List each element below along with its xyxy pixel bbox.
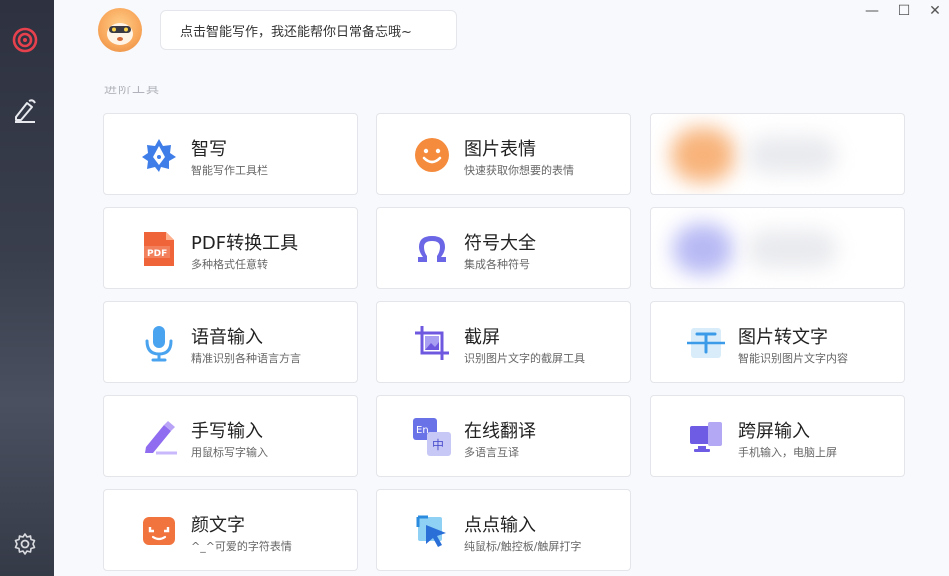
sidebar bbox=[0, 0, 54, 576]
assistant-message-bubble[interactable]: 点击智能写作，我还能帮你日常备忘哦~ bbox=[160, 10, 457, 50]
tool-title: 符号大全 bbox=[464, 233, 536, 254]
tool-card-zhixie[interactable]: 智写 智能写作工具栏 bbox=[103, 113, 358, 195]
blurred-icon bbox=[671, 128, 735, 182]
kaomoji-icon bbox=[140, 512, 178, 550]
edit-icon[interactable] bbox=[11, 96, 39, 124]
target-icon[interactable] bbox=[11, 26, 39, 54]
tool-subtitle: 纯鼠标/触控板/触屏打字 bbox=[464, 540, 582, 553]
tool-subtitle: 快速获取你想要的表情 bbox=[464, 164, 574, 177]
tool-card-jieping[interactable]: 截屏 识别图片文字的截屏工具 bbox=[376, 301, 631, 383]
tool-card-fuhao[interactable]: 符号大全 集成各种符号 bbox=[376, 207, 631, 289]
tool-title: 图片表情 bbox=[464, 139, 536, 160]
tool-card-ocr[interactable]: 图片转文字 智能识别图片文字内容 bbox=[650, 301, 905, 383]
tool-title: 在线翻译 bbox=[464, 421, 536, 442]
tool-subtitle: 多种格式任意转 bbox=[191, 258, 268, 271]
translate-icon-en: En bbox=[416, 425, 429, 436]
tool-card-shouxie[interactable]: 手写输入 用鼠标写字输入 bbox=[103, 395, 358, 477]
tool-card-pdf[interactable]: PDF PDF转换工具 多种格式任意转 bbox=[103, 207, 358, 289]
tool-title: 截屏 bbox=[464, 327, 500, 348]
pdf-icon: PDF bbox=[140, 230, 178, 268]
tool-card-yuyin[interactable]: 语音输入 精准识别各种语言方言 bbox=[103, 301, 358, 383]
close-button[interactable]: ✕ bbox=[925, 2, 945, 20]
multi-screen-icon bbox=[687, 418, 725, 456]
tool-card-blurred-1[interactable] bbox=[650, 113, 905, 195]
click-cursor-icon bbox=[413, 512, 451, 550]
tool-card-blurred-2[interactable] bbox=[650, 207, 905, 289]
blurred-text bbox=[747, 230, 837, 268]
blurred-icon bbox=[673, 224, 733, 274]
tool-subtitle: 用鼠标写字输入 bbox=[191, 446, 268, 459]
tool-subtitle: 手机输入，电脑上屏 bbox=[738, 446, 837, 459]
tool-title: PDF转换工具 bbox=[191, 233, 299, 254]
tool-subtitle: 精准识别各种语言方言 bbox=[191, 352, 301, 365]
translate-icon: En 中 bbox=[413, 418, 451, 456]
tool-card-yanwenzi[interactable]: 颜文字 ^_^可爱的字符表情 bbox=[103, 489, 358, 571]
tool-subtitle: 智能识别图片文字内容 bbox=[738, 352, 848, 365]
tool-card-kuaping[interactable]: 跨屏输入 手机输入，电脑上屏 bbox=[650, 395, 905, 477]
tool-title: 颜文字 bbox=[191, 515, 245, 536]
tool-title: 智写 bbox=[191, 139, 227, 160]
tool-subtitle: 识别图片文字的截屏工具 bbox=[464, 352, 585, 365]
assistant-message-text: 点击智能写作，我还能帮你日常备忘哦~ bbox=[180, 24, 412, 40]
microphone-icon bbox=[140, 324, 178, 362]
tool-title: 图片转文字 bbox=[738, 327, 828, 348]
pencil-icon bbox=[140, 418, 178, 456]
section-title: 进阶工具 bbox=[104, 86, 161, 97]
tool-title: 跨屏输入 bbox=[738, 421, 810, 442]
tool-title: 手写输入 bbox=[191, 421, 263, 442]
omega-icon bbox=[413, 230, 451, 268]
tool-subtitle: ^_^可爱的字符表情 bbox=[191, 540, 292, 553]
tool-subtitle: 集成各种符号 bbox=[464, 258, 530, 271]
scan-text-icon bbox=[687, 324, 725, 362]
maximize-button[interactable]: ☐ bbox=[894, 2, 914, 20]
tool-card-fanyi[interactable]: En 中 在线翻译 多语言互译 bbox=[376, 395, 631, 477]
crop-icon bbox=[413, 324, 451, 362]
blurred-text bbox=[747, 136, 837, 174]
translate-icon-zh: 中 bbox=[432, 437, 444, 452]
tool-title: 语音输入 bbox=[191, 327, 263, 348]
smiley-icon bbox=[413, 136, 451, 174]
tool-title: 点点输入 bbox=[464, 515, 536, 536]
assistant-avatar[interactable] bbox=[98, 8, 142, 52]
settings-gear-icon[interactable] bbox=[11, 530, 39, 558]
pen-nib-icon bbox=[140, 136, 178, 174]
tool-subtitle: 多语言互译 bbox=[464, 446, 519, 459]
pdf-icon-label: PDF bbox=[147, 249, 167, 259]
tool-card-diandian[interactable]: 点点输入 纯鼠标/触控板/触屏打字 bbox=[376, 489, 631, 571]
minimize-button[interactable]: — bbox=[862, 2, 882, 20]
tool-card-tupian-biaoqing[interactable]: 图片表情 快速获取你想要的表情 bbox=[376, 113, 631, 195]
tool-subtitle: 智能写作工具栏 bbox=[191, 164, 268, 177]
